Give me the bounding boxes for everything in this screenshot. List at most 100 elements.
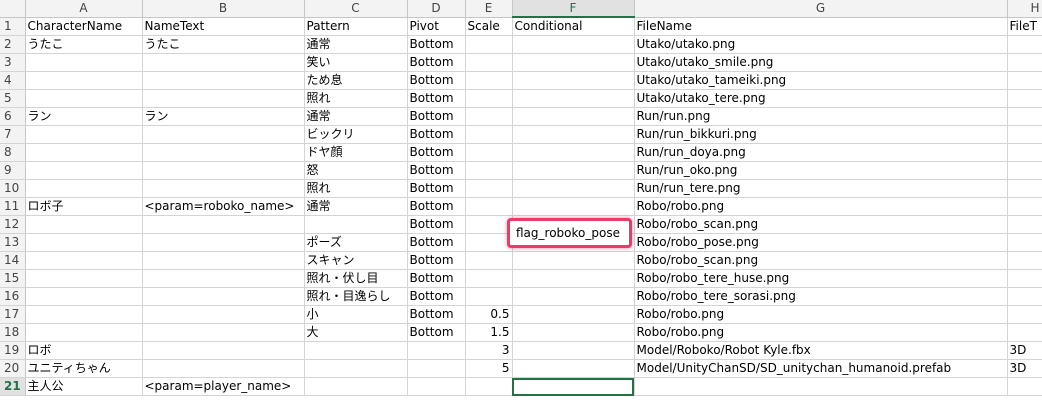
cell-a18[interactable] xyxy=(25,323,143,342)
cell-e18[interactable]: 1.5 xyxy=(465,323,513,342)
cell-e16[interactable] xyxy=(465,287,513,306)
cell-a1[interactable]: CharacterName xyxy=(25,17,143,36)
cell-f20[interactable] xyxy=(512,359,635,378)
cell-d11[interactable]: Bottom xyxy=(407,197,466,216)
cell-g5[interactable]: Utako/utako_tere.png xyxy=(634,89,1008,108)
cell-a5[interactable] xyxy=(25,89,143,108)
cell-a14[interactable] xyxy=(25,251,143,270)
cell-b14[interactable] xyxy=(142,251,305,270)
row-header-9[interactable]: 9 xyxy=(0,161,26,180)
cell-e6[interactable] xyxy=(465,107,513,126)
cell-d18[interactable]: Bottom xyxy=(407,323,466,342)
cell-c6[interactable]: 通常 xyxy=(304,107,408,126)
cell-f19[interactable] xyxy=(512,341,635,360)
cell-d10[interactable]: Bottom xyxy=(407,179,466,198)
cell-h13[interactable] xyxy=(1007,233,1042,252)
cell-d3[interactable]: Bottom xyxy=(407,53,466,72)
cell-d17[interactable]: Bottom xyxy=(407,305,466,324)
cell-b7[interactable] xyxy=(142,125,305,144)
cell-c20[interactable] xyxy=(304,359,408,378)
cell-a16[interactable] xyxy=(25,287,143,306)
row-header-16[interactable]: 16 xyxy=(0,287,26,306)
cell-g12[interactable]: Robo/robo_scan.png xyxy=(634,215,1008,234)
cell-f15[interactable] xyxy=(512,269,635,288)
cell-h7[interactable] xyxy=(1007,125,1042,144)
cell-f11[interactable] xyxy=(512,197,635,216)
row-header-13[interactable]: 13 xyxy=(0,233,26,252)
cell-g4[interactable]: Utako/utako_tameiki.png xyxy=(634,71,1008,90)
cell-b4[interactable] xyxy=(142,71,305,90)
cell-a8[interactable] xyxy=(25,143,143,162)
cell-b17[interactable] xyxy=(142,305,305,324)
select-all-corner[interactable] xyxy=(0,0,26,18)
cell-g10[interactable]: Run/run_tere.png xyxy=(634,179,1008,198)
cell-b12[interactable] xyxy=(142,215,305,234)
cell-c4[interactable]: ため息 xyxy=(304,71,408,90)
cell-d5[interactable]: Bottom xyxy=(407,89,466,108)
cell-c1[interactable]: Pattern xyxy=(304,17,408,36)
cell-g20[interactable]: Model/UnityChanSD/SD_unitychan_humanoid.… xyxy=(634,359,1008,378)
cell-h1[interactable]: FileT xyxy=(1007,17,1042,36)
cell-a17[interactable] xyxy=(25,305,143,324)
cell-c13[interactable]: ポーズ xyxy=(304,233,408,252)
row-header-14[interactable]: 14 xyxy=(0,251,26,270)
cell-h18[interactable] xyxy=(1007,323,1042,342)
row-header-21[interactable]: 21 xyxy=(0,377,26,396)
cell-g8[interactable]: Run/run_doya.png xyxy=(634,143,1008,162)
column-header-e[interactable]: E xyxy=(465,0,513,18)
cell-h8[interactable] xyxy=(1007,143,1042,162)
cell-d8[interactable]: Bottom xyxy=(407,143,466,162)
cell-d15[interactable]: Bottom xyxy=(407,269,466,288)
cell-e15[interactable] xyxy=(465,269,513,288)
cell-c18[interactable]: 大 xyxy=(304,323,408,342)
cell-e10[interactable] xyxy=(465,179,513,198)
cell-c3[interactable]: 笑い xyxy=(304,53,408,72)
cell-e19[interactable]: 3 xyxy=(465,341,513,360)
cell-g21[interactable] xyxy=(634,377,1008,396)
column-header-a[interactable]: A xyxy=(25,0,143,18)
cell-h19[interactable]: 3D xyxy=(1007,341,1042,360)
cell-f2[interactable] xyxy=(512,35,635,54)
row-header-8[interactable]: 8 xyxy=(0,143,26,162)
cell-a15[interactable] xyxy=(25,269,143,288)
cell-h17[interactable] xyxy=(1007,305,1042,324)
cell-a6[interactable]: ラン xyxy=(25,107,143,126)
row-header-11[interactable]: 11 xyxy=(0,197,26,216)
cell-f4[interactable] xyxy=(512,71,635,90)
column-header-d[interactable]: D xyxy=(407,0,466,18)
row-header-17[interactable]: 17 xyxy=(0,305,26,324)
cell-e4[interactable] xyxy=(465,71,513,90)
cell-g14[interactable]: Robo/robo_scan.png xyxy=(634,251,1008,270)
cell-a4[interactable] xyxy=(25,71,143,90)
cell-e8[interactable] xyxy=(465,143,513,162)
cell-f16[interactable] xyxy=(512,287,635,306)
cell-e20[interactable]: 5 xyxy=(465,359,513,378)
cell-c11[interactable]: 通常 xyxy=(304,197,408,216)
column-header-h[interactable]: H xyxy=(1007,0,1042,18)
cell-a21[interactable]: 主人公 xyxy=(25,377,143,396)
cell-c8[interactable]: ドヤ顔 xyxy=(304,143,408,162)
cell-b16[interactable] xyxy=(142,287,305,306)
cell-a3[interactable] xyxy=(25,53,143,72)
cell-f18[interactable] xyxy=(512,323,635,342)
row-header-15[interactable]: 15 xyxy=(0,269,26,288)
cell-h20[interactable]: 3D xyxy=(1007,359,1042,378)
cell-c17[interactable]: 小 xyxy=(304,305,408,324)
row-header-18[interactable]: 18 xyxy=(0,323,26,342)
cell-b21[interactable]: <param=player_name> xyxy=(142,377,305,396)
column-header-b[interactable]: B xyxy=(142,0,305,18)
cell-d21[interactable] xyxy=(407,377,466,396)
row-header-12[interactable]: 12 xyxy=(0,215,26,234)
cell-d12[interactable]: Bottom xyxy=(407,215,466,234)
cell-b6[interactable]: ラン xyxy=(142,107,305,126)
cell-d6[interactable]: Bottom xyxy=(407,107,466,126)
cell-g15[interactable]: Robo/robo_tere_huse.png xyxy=(634,269,1008,288)
cell-g13[interactable]: Robo/robo_pose.png xyxy=(634,233,1008,252)
cell-f7[interactable] xyxy=(512,125,635,144)
cell-a20[interactable]: ユニティちゃん xyxy=(25,359,143,378)
cell-h11[interactable] xyxy=(1007,197,1042,216)
cell-g2[interactable]: Utako/utako.png xyxy=(634,35,1008,54)
row-header-20[interactable]: 20 xyxy=(0,359,26,378)
cell-a13[interactable] xyxy=(25,233,143,252)
cell-d7[interactable]: Bottom xyxy=(407,125,466,144)
